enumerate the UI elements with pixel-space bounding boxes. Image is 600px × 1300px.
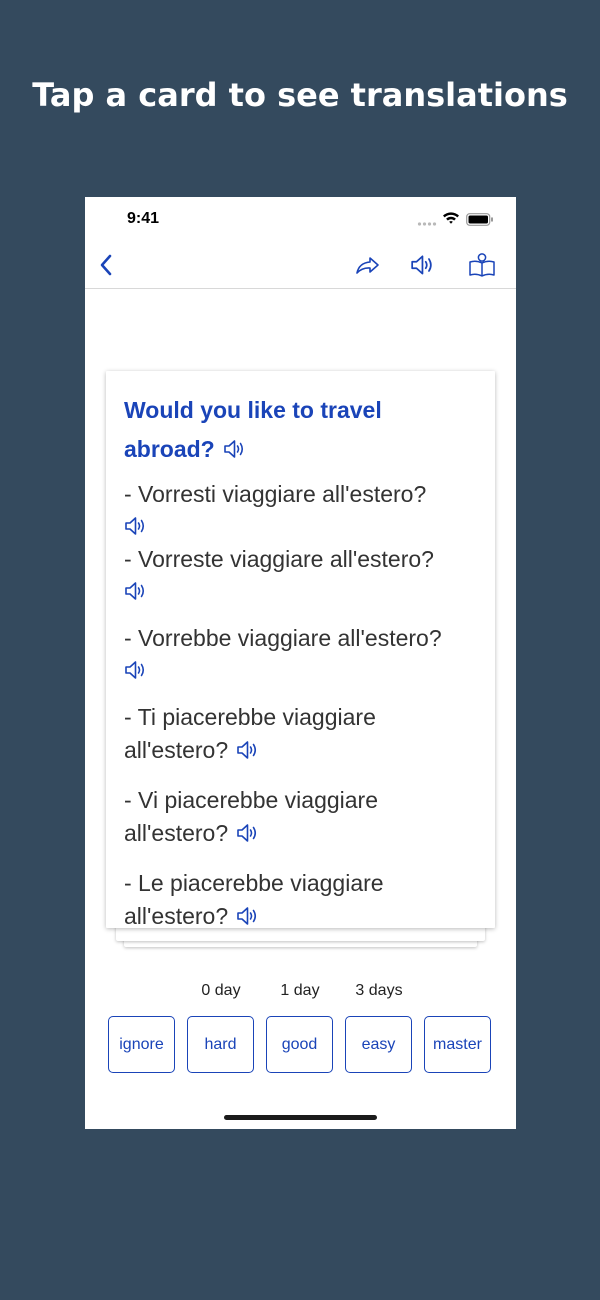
master-button[interactable]: master <box>424 1016 491 1073</box>
interval-easy: 3 days <box>355 982 403 999</box>
review-intervals: 0 day 1 day 3 days <box>85 982 516 1004</box>
wifi-icon <box>442 211 460 229</box>
speak-translation-button[interactable] <box>124 657 477 687</box>
speak-question-button[interactable] <box>223 433 247 472</box>
speaker-icon <box>223 438 247 460</box>
reader-mode-button[interactable] <box>464 241 500 288</box>
translation-item: - Vorrebbe viaggiare all'estero? <box>124 622 477 687</box>
speak-translation-button[interactable] <box>124 578 477 608</box>
translation-text: - Vorresti viaggiare all'estero? <box>124 481 427 507</box>
translation-text: - Vorrebbe viaggiare all'estero? <box>124 625 442 651</box>
phone-screen: 9:41 Would you like to travel abroad? - … <box>85 197 516 1129</box>
speak-translation-button[interactable] <box>124 513 477 543</box>
interval-hard: 0 day <box>201 982 241 999</box>
good-button[interactable]: good <box>266 1016 333 1073</box>
speaker-icon <box>124 659 148 681</box>
speak-translation-button[interactable] <box>236 820 260 853</box>
speaker-icon <box>236 905 260 927</box>
translation-list: - Vorresti viaggiare all'estero? - Vorre… <box>124 478 477 936</box>
cellular-signal-icon <box>417 214 437 232</box>
speak-translation-button[interactable] <box>236 903 260 936</box>
status-time: 9:41 <box>127 210 160 227</box>
speaker-icon <box>236 822 260 844</box>
speaker-icon <box>124 580 148 602</box>
translation-text: - Vorreste viaggiare all'estero? <box>124 546 434 572</box>
share-button[interactable] <box>351 241 385 288</box>
ignore-button[interactable]: ignore <box>108 1016 175 1073</box>
translation-item: - Vi piacerebbe viaggiare all'estero? <box>124 784 477 853</box>
hard-button[interactable]: hard <box>187 1016 254 1073</box>
home-indicator[interactable] <box>224 1115 377 1120</box>
speaker-icon <box>124 515 148 537</box>
share-arrow-icon <box>356 256 379 274</box>
speaker-icon <box>236 739 260 761</box>
easy-button[interactable]: easy <box>345 1016 412 1073</box>
speak-translation-button[interactable] <box>236 737 260 770</box>
chevron-left-icon <box>100 254 112 275</box>
translation-item: - Ti piacerebbe viaggiare all'estero? <box>124 701 477 770</box>
back-button[interactable] <box>91 241 121 288</box>
interval-good: 1 day <box>280 982 320 999</box>
card-question: Would you like to travel abroad? <box>124 391 477 472</box>
flashcard-stack: Would you like to travel abroad? - Vorre… <box>106 371 495 947</box>
card-question-text: Would you like to travel abroad? <box>124 397 382 462</box>
nav-bar <box>85 241 516 289</box>
speaker-icon <box>410 253 436 277</box>
translation-item: - Vorresti viaggiare all'estero? <box>124 478 477 543</box>
battery-icon <box>466 213 494 231</box>
speak-all-button[interactable] <box>406 241 440 288</box>
book-reader-icon <box>469 252 495 277</box>
translation-item: - Le piacerebbe viaggiare all'estero? <box>124 867 477 936</box>
promo-title: Tap a card to see translations <box>32 76 568 114</box>
status-bar: 9:41 <box>85 197 516 241</box>
flashcard[interactable]: Would you like to travel abroad? - Vorre… <box>106 371 495 929</box>
translation-item: - Vorreste viaggiare all'estero? <box>124 543 477 608</box>
